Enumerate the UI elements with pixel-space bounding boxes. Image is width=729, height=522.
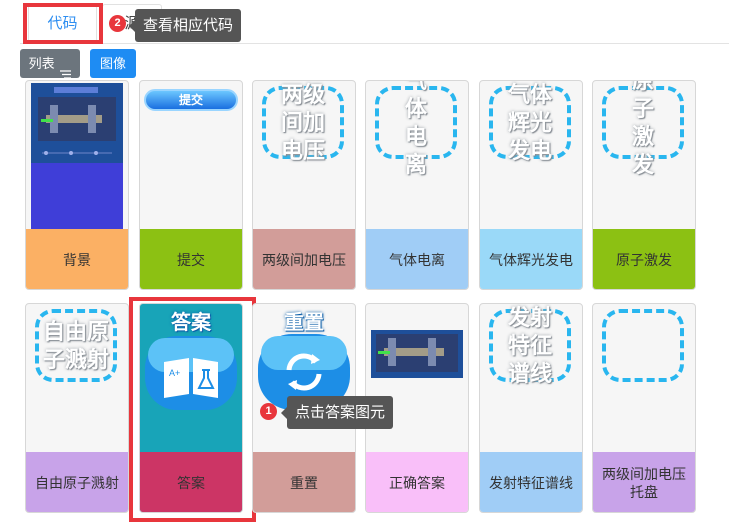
- list-icon: [60, 60, 72, 79]
- submit-thumbnail: 提交: [140, 81, 242, 229]
- card-label: 气体辉光发电: [480, 229, 582, 289]
- list-view-button[interactable]: 列表: [20, 49, 80, 79]
- dashed-text-thumbnail: 自由原子溅射: [35, 309, 117, 382]
- card-label: 答案: [140, 452, 242, 512]
- background-thumbnail: [26, 81, 128, 229]
- correct-answer-thumbnail: [366, 304, 468, 452]
- card-label: 自由原子溅射: [26, 452, 128, 512]
- card-label: 背景: [26, 229, 128, 289]
- dashed-text-thumbnail: 发射特征谱线: [489, 305, 571, 386]
- element-card-gas-ionization[interactable]: 气体电离 气体电离: [365, 80, 469, 290]
- reset-thumbnail: 重置: [253, 304, 355, 452]
- card-label: 正确答案: [366, 452, 468, 512]
- step-badge-1: 1: [260, 403, 277, 420]
- element-card-answer[interactable]: 答案 A+ 答案: [139, 303, 243, 513]
- card-label: 重置: [253, 452, 355, 512]
- dashed-text-thumbnail: 两级间加电压: [262, 82, 344, 163]
- image-view-button[interactable]: 图像: [90, 49, 136, 78]
- step-badge-2: 2: [109, 15, 126, 32]
- element-card-emission-spectrum[interactable]: 发射特征谱线 发射特征谱线: [479, 303, 583, 513]
- answer-thumbnail: 答案 A+: [140, 304, 242, 452]
- element-card-glow-discharge[interactable]: 气体辉光发电 气体辉光发电: [479, 80, 583, 290]
- submit-button-graphic: 提交: [144, 89, 238, 111]
- element-card-two-level-voltage[interactable]: 两级间加电压 两级间加电压: [252, 80, 356, 290]
- empty-dashed-thumbnail: [602, 309, 684, 382]
- element-card-atom-excitation[interactable]: 原子激发 原子激发: [592, 80, 696, 290]
- step-tooltip-2: 查看相应代码: [128, 9, 242, 42]
- element-card-background[interactable]: 背景: [25, 80, 129, 290]
- tab-code[interactable]: 代码: [28, 4, 97, 42]
- element-card-atom-sputter[interactable]: 自由原子溅射 自由原子溅射: [25, 303, 129, 513]
- card-label: 原子激发: [593, 229, 695, 289]
- tab-bar: 源 代码: [20, 0, 729, 44]
- dashed-text-thumbnail: 原子激发: [602, 81, 684, 177]
- svg-text:A+: A+: [169, 368, 180, 378]
- card-label: 两级间加电压托盘: [593, 452, 695, 512]
- dashed-text-thumbnail: 气体辉光发电: [489, 82, 571, 163]
- answer-icon: A+: [142, 332, 240, 414]
- card-label: 发射特征谱线: [480, 452, 582, 512]
- dashed-text-thumbnail: 气体电离: [375, 81, 457, 177]
- element-card-submit[interactable]: 提交 提交: [139, 80, 243, 290]
- card-label: 提交: [140, 229, 242, 289]
- card-label: 两级间加电压: [253, 229, 355, 289]
- step-tooltip-1: 点击答案图元: [280, 396, 394, 429]
- element-card-voltage-tray[interactable]: 两级间加电压托盘: [592, 303, 696, 513]
- card-label: 气体电离: [366, 229, 468, 289]
